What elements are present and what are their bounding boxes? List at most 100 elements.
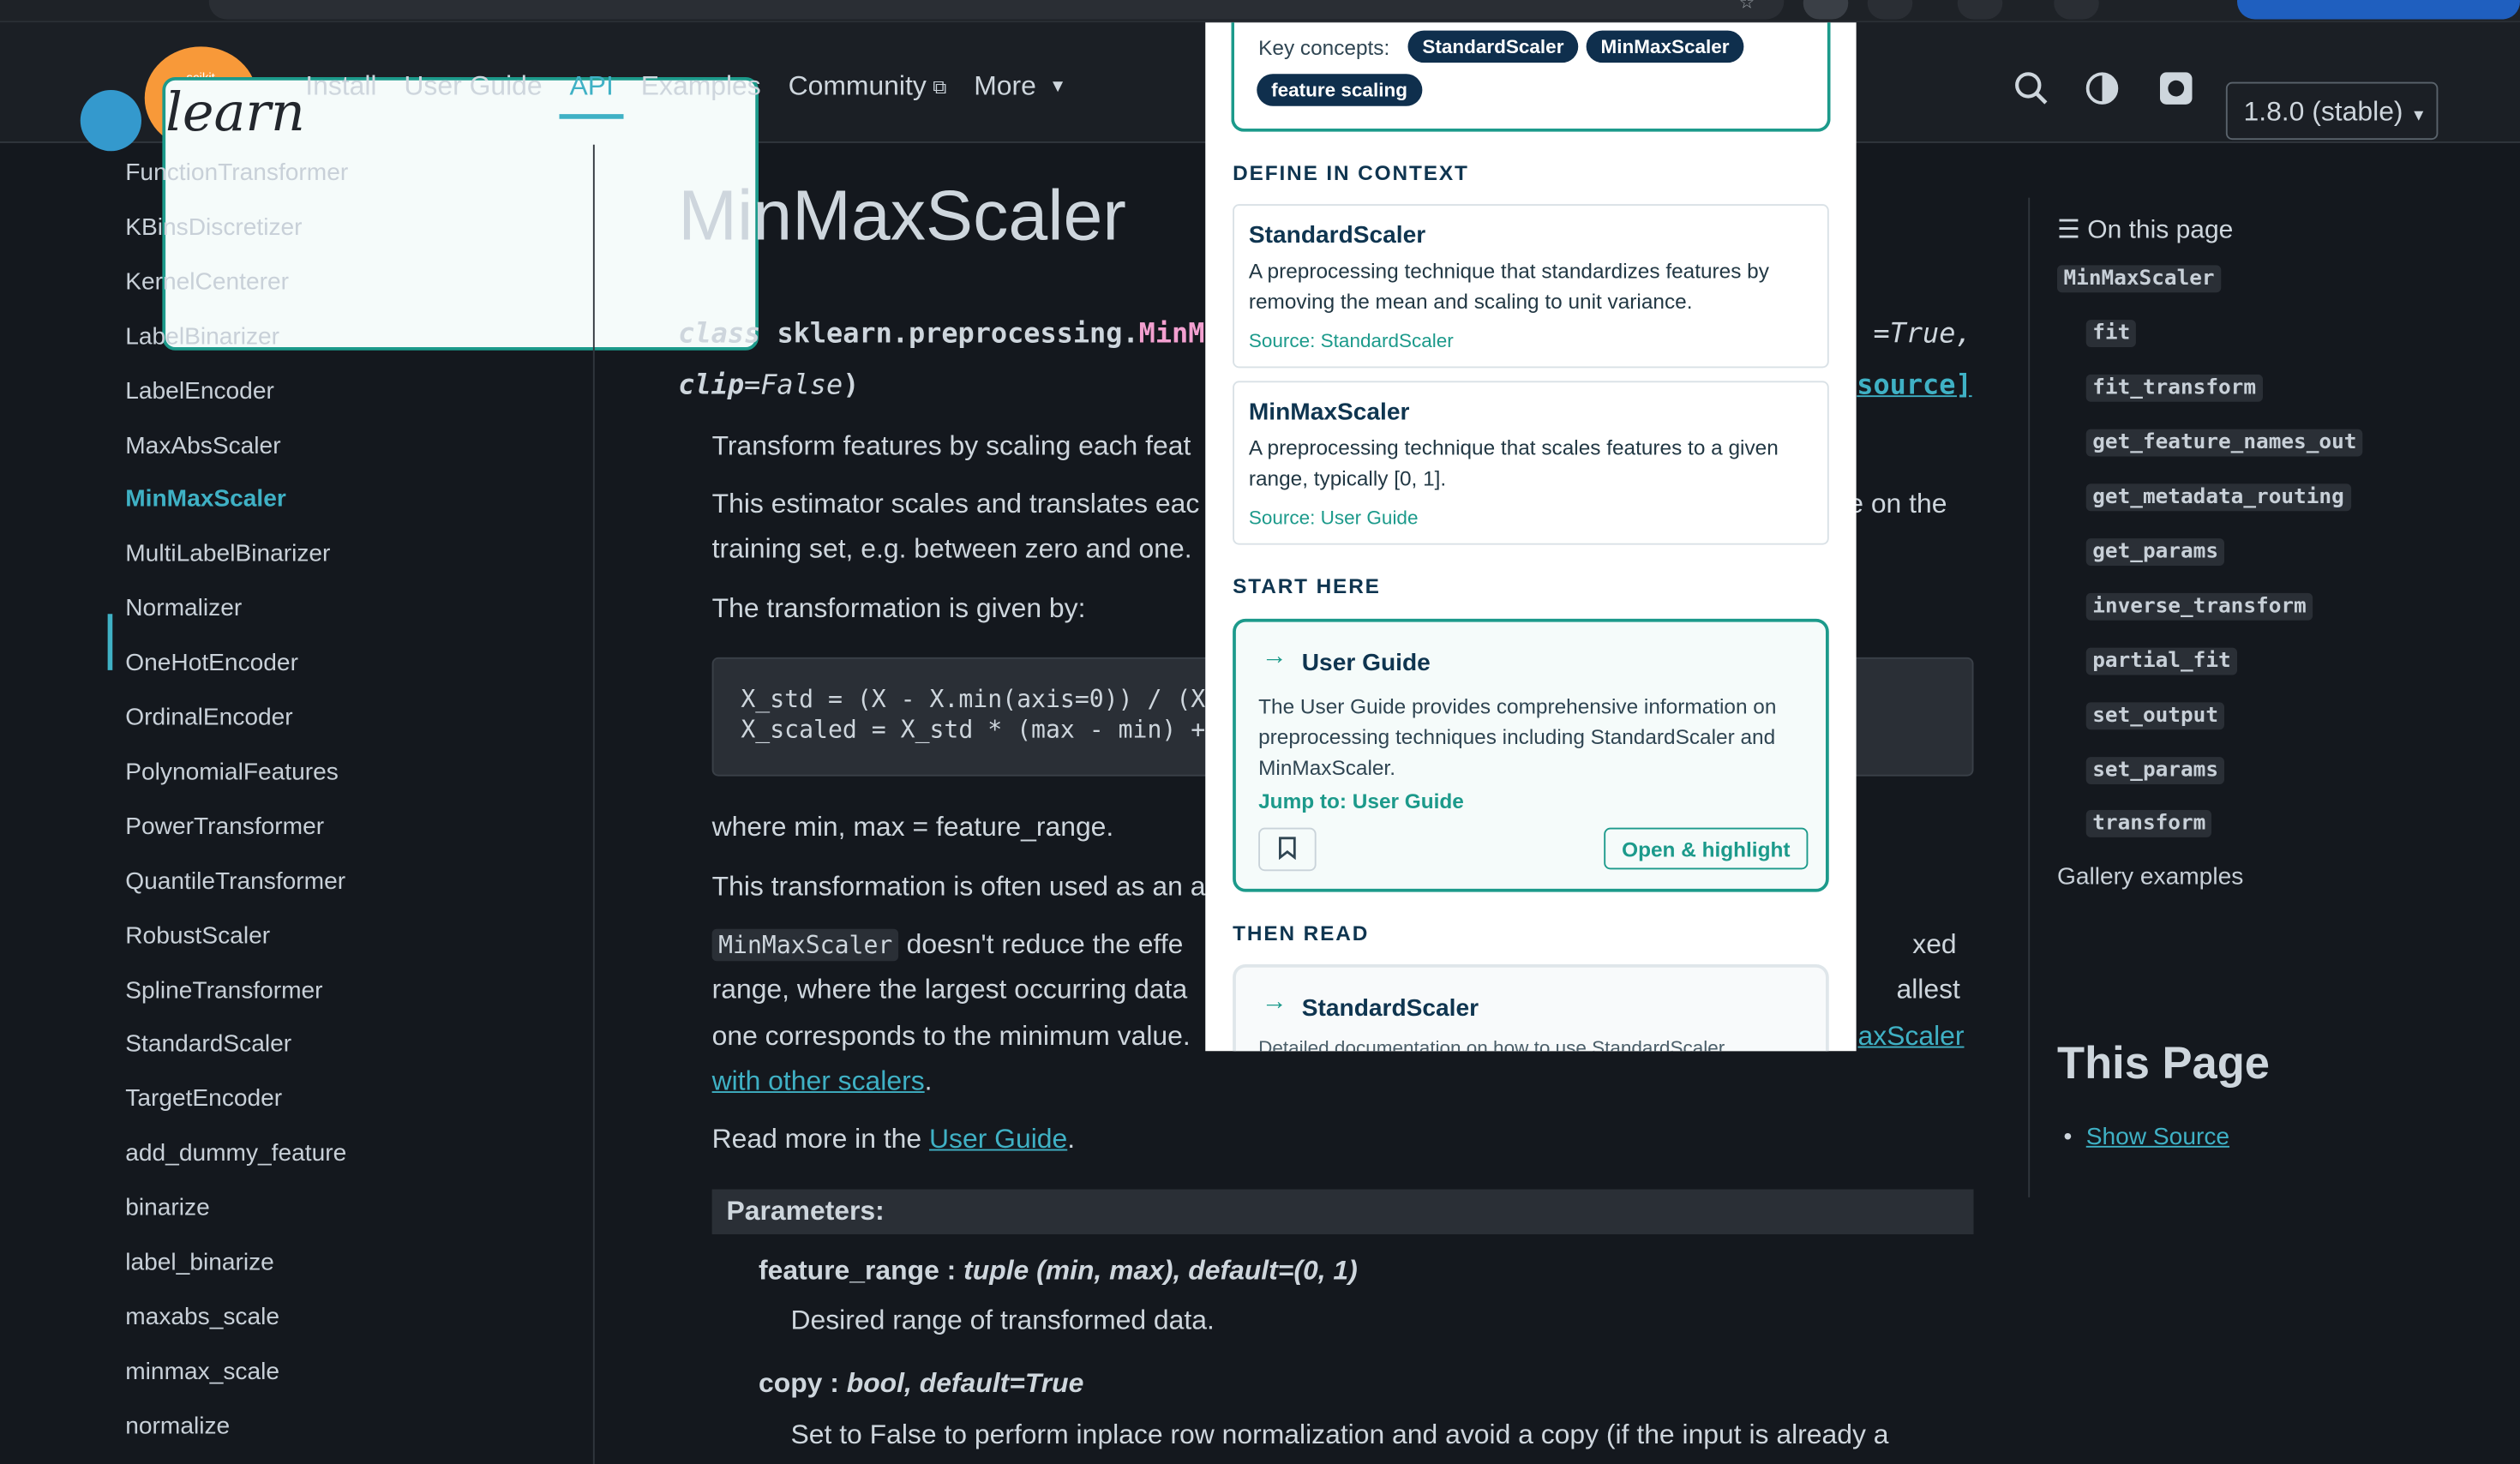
next-title: StandardScaler <box>1301 994 1479 1023</box>
concept-chip[interactable]: MinMaxScaler <box>1586 30 1744 63</box>
param-name: feature_range <box>759 1255 939 1286</box>
nav-community[interactable]: Community ⧉ <box>789 71 947 104</box>
active-indicator <box>107 614 113 670</box>
sidebar-item[interactable]: PowerTransformer <box>125 813 324 841</box>
desc-line-4: The transformation is given by: <box>711 592 1086 624</box>
key-concepts-box: Key concepts: StandardScaler MinMaxScale… <box>1231 22 1831 132</box>
caret-down-icon: ▼ <box>2410 107 2427 126</box>
user-guide-link[interactable]: User Guide <box>929 1124 1067 1155</box>
profile-button[interactable] <box>2237 0 2520 20</box>
sidebar-item[interactable]: MaxAbsScaler <box>125 432 280 459</box>
toc-item[interactable]: get_metadata_routing <box>2085 483 2351 512</box>
sidebar-item[interactable]: OneHotEncoder <box>125 650 298 677</box>
nav-user-guide[interactable]: User Guide <box>404 71 542 104</box>
toc-item[interactable]: fit <box>2085 320 2137 347</box>
desc-line-2-right: e on the <box>1848 489 1947 519</box>
sidebar-item[interactable]: minmax_scale <box>125 1358 279 1385</box>
toc-item[interactable]: MinMaxScaler <box>2057 265 2222 293</box>
concept-chip[interactable]: StandardScaler <box>1407 30 1579 63</box>
toc-item[interactable]: transform <box>2085 810 2212 837</box>
definition-card: MinMaxScaler A preprocessing technique t… <box>1233 381 1829 545</box>
sidebar-item[interactable]: StandardScaler <box>125 1030 291 1058</box>
sidebar-item[interactable]: SplineTransformer <box>125 977 322 1005</box>
start-title: User Guide <box>1301 649 1431 677</box>
github-icon[interactable] <box>2158 71 2193 106</box>
sidebar-item[interactable]: add_dummy_feature <box>125 1139 346 1167</box>
sig-default-copy: =True, <box>1873 318 1971 351</box>
theme-toggle-icon[interactable] <box>2085 71 2120 106</box>
sidebar-item[interactable]: LabelEncoder <box>125 378 274 405</box>
desc-line-11: Read more in the User Guide. <box>712 1124 1075 1156</box>
toc-item[interactable]: get_params <box>2085 538 2225 566</box>
sidebar-item[interactable]: maxabs_scale <box>125 1304 279 1331</box>
extension-icon[interactable] <box>1803 0 1849 20</box>
toc-item[interactable]: set_params <box>2085 757 2225 784</box>
sidebar-item[interactable]: TargetEncoder <box>125 1085 282 1113</box>
concept-chip[interactable]: feature scaling <box>1257 74 1422 106</box>
sidebar-item[interactable]: MultiLabelBinarizer <box>125 540 330 567</box>
toc-divider <box>2028 197 2031 1197</box>
extension-icon[interactable] <box>1867 0 1913 20</box>
source-link[interactable]: source] <box>1857 369 1971 402</box>
address-bar[interactable]: ☆ <box>208 0 1785 20</box>
nav-examples[interactable]: Examples <box>641 71 761 104</box>
toc-item[interactable]: partial_fit <box>2085 647 2238 675</box>
sig-name: MinM <box>1138 318 1205 351</box>
version-dropdown[interactable]: 1.8.0 (stable) ▼ <box>2225 81 2439 141</box>
sidebar-item[interactable]: FunctionTransformer <box>125 159 348 187</box>
desc-line-10-tail: . <box>924 1065 933 1096</box>
external-link-icon: ⧉ <box>933 75 947 98</box>
sidebar-item[interactable]: LabelBinarizer <box>125 323 279 351</box>
param-type: tuple (min, max), default=(0, 1) <box>963 1255 1358 1286</box>
then-heading: THEN READ <box>1233 921 1370 945</box>
bookmark-star-icon[interactable]: ☆ <box>1739 0 1759 13</box>
nav-links: Install User Guide API Examples Communit… <box>305 71 1094 119</box>
bookmark-button[interactable] <box>1258 827 1317 872</box>
gallery-examples-link[interactable]: Gallery examples <box>2057 863 2243 891</box>
extension-icon[interactable] <box>2054 0 2099 20</box>
sidebar-item[interactable]: RobustScaler <box>125 922 270 950</box>
toc-item[interactable]: inverse_transform <box>2085 592 2313 621</box>
toc-item[interactable]: fit_transform <box>2085 374 2263 402</box>
sidebar-item[interactable]: binarize <box>125 1194 209 1221</box>
inline-code: MinMaxScaler <box>711 928 899 962</box>
compare-scalers-link[interactable]: axScaler <box>1858 1021 1965 1052</box>
sig-module: sklearn.preprocessing. <box>777 318 1139 351</box>
sidebar-item[interactable]: PolynomialFeatures <box>125 759 339 786</box>
search-icon[interactable] <box>2013 71 2049 106</box>
sidebar-item[interactable]: label_binarize <box>125 1249 274 1276</box>
nav-install[interactable]: Install <box>305 71 376 104</box>
desc-line-8-right: allest <box>1896 974 1960 1005</box>
toc-item[interactable]: set_output <box>2085 702 2225 730</box>
desc-line-10: with other scalers. <box>712 1065 933 1098</box>
start-card[interactable]: → User Guide The User Guide provides com… <box>1233 618 1829 892</box>
sidebar-item[interactable]: OrdinalEncoder <box>125 704 292 731</box>
definition-source[interactable]: Source: StandardScaler <box>1249 329 1454 351</box>
start-desc: The User Guide provides comprehensive in… <box>1258 694 1777 780</box>
desc-line-7: MinMaxScaler doesn't reduce the effe <box>711 928 1183 962</box>
nav-more[interactable]: More ▼ <box>974 71 1066 104</box>
sidebar-item-active[interactable]: MinMaxScaler <box>125 485 286 513</box>
sidebar-item[interactable]: QuantileTransformer <box>125 868 345 896</box>
open-highlight-button[interactable]: Open & highlight <box>1604 827 1809 870</box>
sidebar-item[interactable]: Normalizer <box>125 595 242 622</box>
sig-prefix: class <box>678 318 761 351</box>
nav-api[interactable]: API <box>560 71 625 119</box>
definition-source[interactable]: Source: User Guide <box>1249 507 1419 529</box>
code-line-1: X_std = (X - X.min(axis=0)) / (X <box>741 684 1206 714</box>
next-card[interactable]: → StandardScaler Detailed documentation … <box>1233 964 1829 1052</box>
toc-item[interactable]: get_feature_names_out <box>2085 429 2363 457</box>
other-scalers-link[interactable]: with other scalers <box>712 1065 925 1096</box>
param-desc: Set to False to perform inplace row norm… <box>790 1419 1889 1450</box>
page-title: MinMaxScaler <box>678 177 1126 256</box>
extension-icon[interactable] <box>1957 0 2003 20</box>
start-heading: START HERE <box>1233 573 1381 598</box>
sidebar-item[interactable]: KBinsDiscretizer <box>125 213 302 241</box>
browser-viewport: ☆ scikit learn Install User Guide API Ex… <box>0 0 2520 1464</box>
show-source-link[interactable]: Show Source <box>2086 1124 2229 1151</box>
sidebar-item[interactable]: normalize <box>125 1413 230 1440</box>
sidebar-item[interactable]: KernelCenterer <box>125 268 289 296</box>
scikit-learn-logo[interactable]: scikit learn <box>77 35 759 351</box>
param-copy: copy : bool, default=True <box>759 1368 1083 1401</box>
jump-link[interactable]: Jump to: User Guide <box>1258 789 1464 813</box>
